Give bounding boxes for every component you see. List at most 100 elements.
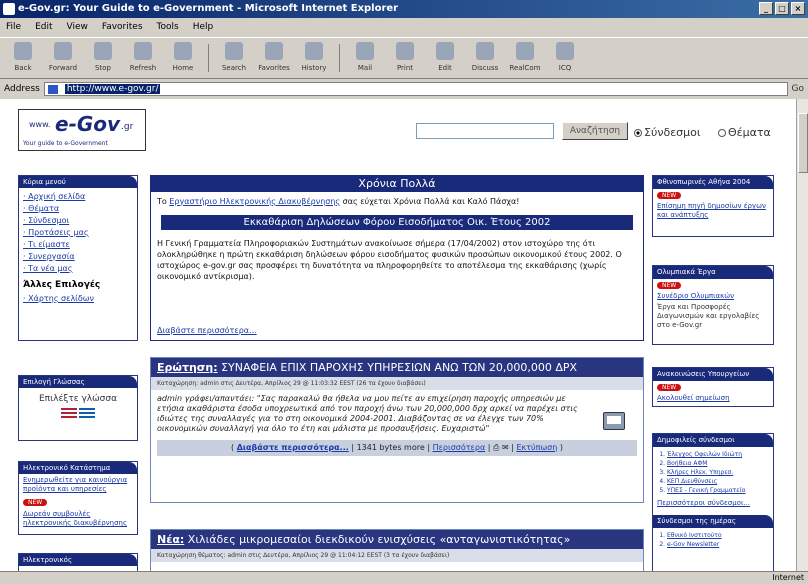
history-button[interactable]: History bbox=[297, 42, 331, 74]
welcome-panel: Χρόνια Πολλά Το Εργαστήριο Ηλεκτρονικής … bbox=[150, 175, 644, 341]
favorites-icon bbox=[265, 42, 283, 60]
nav-link[interactable]: Συνεργασία bbox=[23, 251, 133, 263]
new-badge: NEW bbox=[657, 384, 682, 391]
maximize-button[interactable]: □ bbox=[775, 2, 789, 15]
nav-link[interactable]: Τα νέα μας bbox=[23, 263, 133, 275]
vertical-scrollbar[interactable] bbox=[796, 99, 808, 571]
nav-link[interactable]: Αρχική σελίδα bbox=[23, 191, 133, 203]
welcome-text: Το Εργαστήριο Ηλεκτρονικής Διακυβέρνησης… bbox=[157, 197, 520, 206]
window-titlebar: e-Gov.gr: Your Guide to e-Government - M… bbox=[0, 0, 808, 18]
comments-link[interactable]: Περισσότερα bbox=[433, 443, 486, 452]
search-button[interactable]: Search bbox=[217, 42, 251, 74]
popular-link[interactable]: Βοήθεια ΑΦΜ bbox=[667, 459, 769, 468]
greek-flag-icon[interactable] bbox=[79, 408, 95, 418]
mail-button[interactable]: Mail bbox=[348, 42, 382, 74]
nav-link[interactable]: Θέματα bbox=[23, 203, 133, 215]
box-header: Δημοφιλείς σύνδεσμοι bbox=[653, 434, 773, 447]
email-icon[interactable]: ✉ bbox=[502, 443, 509, 452]
daily-link[interactable]: e-Gov Newsletter bbox=[667, 540, 769, 549]
radio-icon bbox=[718, 129, 726, 137]
icq-button[interactable]: ICQ bbox=[548, 42, 582, 74]
go-button[interactable]: Go bbox=[792, 84, 804, 94]
lab-link[interactable]: Εργαστήριο Ηλεκτρονικής Διακυβέρνησης bbox=[169, 197, 340, 206]
advice-link[interactable]: Δωρεάν συμβουλές ηλεκτρονικής διακυβέρνη… bbox=[19, 508, 137, 530]
search-icon bbox=[225, 42, 243, 60]
announcement-link[interactable]: Ακολουθεί σημείωση bbox=[653, 393, 773, 404]
nav-link[interactable]: Τι είμαστε bbox=[23, 239, 133, 251]
nav-link[interactable]: Σύνδεσμοι bbox=[23, 215, 133, 227]
radio-topics[interactable]: Θέματα bbox=[718, 126, 771, 139]
article-footer: ( Διαβάστε περισσότερα... | 1341 bytes m… bbox=[157, 440, 637, 456]
article-title[interactable]: Ερώτηση: ΣΥΝΑΦΕΙΑ ΕΠΙΧ ΠΑΡΟΧΗΣ ΥΠΗΡΕΣΙΩΝ… bbox=[151, 358, 643, 377]
menu-bar: File Edit View Favorites Tools Help bbox=[0, 19, 808, 35]
new-badge: NEW bbox=[23, 499, 48, 506]
close-button[interactable]: × bbox=[791, 2, 805, 15]
back-icon bbox=[14, 42, 32, 60]
window-title: e-Gov.gr: Your Guide to e-Government - M… bbox=[18, 3, 399, 14]
history-icon bbox=[305, 42, 323, 60]
radio-links[interactable]: Σύνδεσμοι bbox=[634, 126, 701, 139]
scrollbar-thumb[interactable] bbox=[798, 113, 808, 173]
popular-link[interactable]: Έλεγχος Οφειλών Ιδιώτη bbox=[667, 450, 769, 459]
welcome-header: Χρόνια Πολλά bbox=[151, 176, 643, 192]
print-icon[interactable]: ⎙ bbox=[493, 443, 499, 452]
menu-view[interactable]: View bbox=[67, 22, 88, 32]
print-button[interactable]: Print bbox=[388, 42, 422, 74]
works-text: Έργα και Προσφορές Διαγωνισμών και εργολ… bbox=[657, 303, 760, 329]
menu-file[interactable]: File bbox=[6, 22, 21, 32]
eshop-link[interactable]: Ενημερωθείτε για καινούργια προϊόντα και… bbox=[19, 474, 137, 496]
radio-selected-icon bbox=[634, 129, 642, 137]
menu-tools[interactable]: Tools bbox=[157, 22, 179, 32]
edit-button[interactable]: Edit bbox=[428, 42, 462, 74]
back-button[interactable]: Back bbox=[6, 42, 40, 74]
realcom-button[interactable]: RealCom bbox=[508, 42, 542, 74]
address-input[interactable]: http://www.e-gov.gr/ bbox=[43, 82, 788, 96]
forward-button[interactable]: Forward bbox=[46, 42, 80, 74]
daily-link[interactable]: Εθνικό Ινστιτούτο bbox=[667, 531, 769, 540]
printer-icon[interactable] bbox=[603, 412, 625, 430]
browser-toolbar: Back Forward Stop Refresh Home Search Fa… bbox=[0, 37, 808, 79]
forward-icon bbox=[54, 42, 72, 60]
search-submit-button[interactable]: Αναζήτηση bbox=[562, 122, 628, 140]
read-more-link[interactable]: Διαβάστε περισσότερα... bbox=[237, 443, 349, 452]
page-viewport: www. e-Gov .gr Your guide to e-Governmen… bbox=[0, 99, 796, 571]
us-flag-icon[interactable] bbox=[61, 408, 77, 418]
box-header: Ολυμπιακά Έργα bbox=[653, 266, 773, 279]
menu-help[interactable]: Help bbox=[193, 22, 214, 32]
egov-logo[interactable]: www. e-Gov .gr Your guide to e-Governmen… bbox=[18, 109, 146, 151]
discuss-button[interactable]: Discuss bbox=[468, 42, 502, 74]
article-title[interactable]: Νέα: Χιλιάδες μικρομεσαίοι διεκδικούν εν… bbox=[151, 530, 643, 549]
favorites-button[interactable]: Favorites bbox=[257, 42, 291, 74]
nav-link[interactable]: Προτάσεις μας bbox=[23, 227, 133, 239]
box-header: Επιλογή Γλώσσας bbox=[19, 376, 137, 388]
bottom-left-box: Ηλεκτρονικός bbox=[18, 553, 138, 571]
print-link[interactable]: Εκτύπωση bbox=[516, 443, 557, 452]
icq-icon bbox=[556, 42, 574, 60]
refresh-button[interactable]: Refresh bbox=[126, 42, 160, 74]
eshop-box: Ηλεκτρονικό Κατάστημα Ενημερωθείτε για κ… bbox=[18, 461, 138, 535]
box-header: Κύρια μενού bbox=[19, 176, 137, 188]
menu-favorites[interactable]: Favorites bbox=[102, 22, 143, 32]
site-search-input[interactable] bbox=[416, 123, 554, 139]
popular-link[interactable]: ΚΕΠ Διευθύνσεις bbox=[667, 477, 769, 486]
feature-text: Η Γενική Γραμματεία Πληροφοριακών Συστημ… bbox=[157, 239, 622, 281]
conference-link[interactable]: Συνέδριο Ολυμπιακών bbox=[653, 291, 773, 302]
popular-link[interactable]: Κλήρες Ηλεκ. Υπηρεσ. bbox=[667, 468, 769, 477]
athens-2004-box: Φθινοπωρινές Αθήνα 2004 NEW Επίσημη πηγή… bbox=[652, 175, 774, 237]
page-icon bbox=[47, 85, 58, 94]
box-header: Ηλεκτρονικό Κατάστημα bbox=[19, 462, 137, 474]
sitemap-link[interactable]: Χάρτης σελίδων bbox=[23, 293, 133, 305]
stop-button[interactable]: Stop bbox=[86, 42, 120, 74]
popular-link[interactable]: ΥΠΕΣ - Γενική Γραμματεία bbox=[667, 486, 769, 495]
minimize-button[interactable]: _ bbox=[759, 2, 773, 15]
menu-edit[interactable]: Edit bbox=[35, 22, 52, 32]
article-meta: Καταχώρηση θέματος: admin στις Δευτέρα, … bbox=[151, 549, 643, 562]
language-box: Επιλογή Γλώσσας Επιλέξτε γλώσσα bbox=[18, 375, 138, 441]
home-button[interactable]: Home bbox=[166, 42, 200, 74]
read-more-link[interactable]: Διαβάστε περισσότερα... bbox=[157, 326, 257, 335]
more-links[interactable]: Περισσότεροι σύνδεσμοι... bbox=[653, 498, 773, 509]
new-badge: NEW bbox=[657, 282, 682, 289]
print-icon bbox=[396, 42, 414, 60]
athens-link[interactable]: Επίσημη πηγή δημοσίων έργων και ανάπτυξη… bbox=[653, 201, 773, 221]
article-body: admin γράφει/απαντάει: "Σας παρακαλώ θα … bbox=[151, 390, 643, 438]
